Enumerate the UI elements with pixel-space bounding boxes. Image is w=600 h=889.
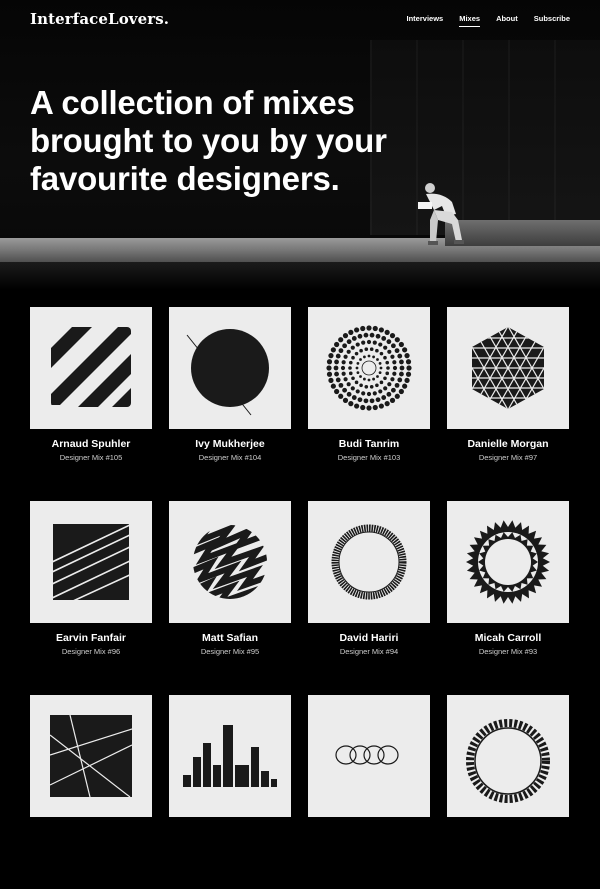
- mix-card[interactable]: David Hariri Designer Mix #94: [308, 501, 430, 695]
- hexagon-grid-icon: [472, 327, 544, 409]
- site-logo[interactable]: InterfaceLovers.: [30, 10, 169, 28]
- mix-cover[interactable]: [308, 501, 430, 623]
- hero-banner: InterfaceLovers. Interviews Mixes About …: [0, 0, 600, 290]
- mix-card[interactable]: Danielle Morgan Designer Mix #97: [447, 307, 569, 501]
- designer-name[interactable]: David Hariri: [308, 632, 430, 644]
- mix-number: Designer Mix #103: [337, 453, 401, 462]
- mix-number: Designer Mix #104: [198, 453, 262, 462]
- nav-mixes[interactable]: Mixes: [459, 14, 481, 27]
- nav-interviews[interactable]: Interviews: [407, 14, 444, 27]
- headline-line: A collection of mixes: [30, 84, 355, 121]
- mix-card[interactable]: [308, 695, 430, 889]
- designer-name[interactable]: Ivy Mukherjee: [169, 438, 291, 450]
- mix-cover[interactable]: [30, 695, 152, 817]
- mix-cover[interactable]: [169, 695, 291, 817]
- designer-name[interactable]: Earvin Fanfair: [30, 632, 152, 644]
- striped-square-icon: [53, 524, 129, 600]
- mix-card[interactable]: Ivy Mukherjee Designer Mix #104: [169, 307, 291, 501]
- mix-card[interactable]: Arnaud Spuhler Designer Mix #105: [30, 307, 152, 501]
- mix-card[interactable]: [447, 695, 569, 889]
- nav-about[interactable]: About: [496, 14, 518, 27]
- mix-grid: Arnaud Spuhler Designer Mix #105 Ivy Muk…: [30, 307, 570, 889]
- mix-card[interactable]: Micah Carroll Designer Mix #93: [447, 501, 569, 695]
- diagonal-bars-icon: [51, 327, 131, 407]
- mix-number: Designer Mix #105: [59, 453, 123, 462]
- bar-graph-icon: [183, 725, 277, 787]
- mix-cover[interactable]: [30, 501, 152, 623]
- mix-card[interactable]: [169, 695, 291, 889]
- designer-name[interactable]: Arnaud Spuhler: [30, 438, 152, 450]
- designer-name[interactable]: Micah Carroll: [447, 632, 569, 644]
- mix-number: Designer Mix #93: [478, 647, 538, 656]
- mix-card[interactable]: [30, 695, 152, 889]
- headline-line: brought to you by your: [30, 122, 387, 159]
- mix-number: Designer Mix #97: [478, 453, 538, 462]
- mix-card[interactable]: Matt Safian Designer Mix #95: [169, 501, 291, 695]
- designer-name[interactable]: Matt Safian: [169, 632, 291, 644]
- mix-cover[interactable]: [308, 307, 430, 429]
- mix-cover[interactable]: [447, 307, 569, 429]
- mix-cover[interactable]: [30, 307, 152, 429]
- linked-rings-icon: [335, 745, 399, 765]
- mix-card[interactable]: Earvin Fanfair Designer Mix #96: [30, 501, 152, 695]
- hero-shadow: [0, 262, 600, 290]
- dotted-rings-icon: [326, 325, 412, 411]
- main-nav: Interviews Mixes About Subscribe: [407, 14, 570, 27]
- spiked-ring-icon: [466, 520, 550, 604]
- nav-subscribe[interactable]: Subscribe: [534, 14, 570, 27]
- mix-cover[interactable]: [447, 501, 569, 623]
- mix-number: Designer Mix #94: [339, 647, 399, 656]
- mix-card[interactable]: Budi Tanrim Designer Mix #103: [308, 307, 430, 501]
- wavy-ring-icon: [466, 719, 550, 803]
- designer-name[interactable]: Budi Tanrim: [308, 438, 430, 450]
- headline-line: favourite designers.: [30, 160, 340, 197]
- zigzag-sphere-icon: [193, 525, 267, 599]
- mix-cover[interactable]: [308, 695, 430, 817]
- circle-slash-icon: [186, 329, 269, 416]
- designer-name[interactable]: Danielle Morgan: [447, 438, 569, 450]
- mix-number: Designer Mix #95: [200, 647, 260, 656]
- mix-number: Designer Mix #96: [61, 647, 121, 656]
- mix-cover[interactable]: [169, 501, 291, 623]
- mix-cover[interactable]: [169, 307, 291, 429]
- ribbed-ring-icon: [331, 524, 407, 600]
- page-headline: A collection of mixes brought to you by …: [30, 84, 450, 198]
- mix-cover[interactable]: [447, 695, 569, 817]
- crossed-lines-square-icon: [50, 715, 132, 797]
